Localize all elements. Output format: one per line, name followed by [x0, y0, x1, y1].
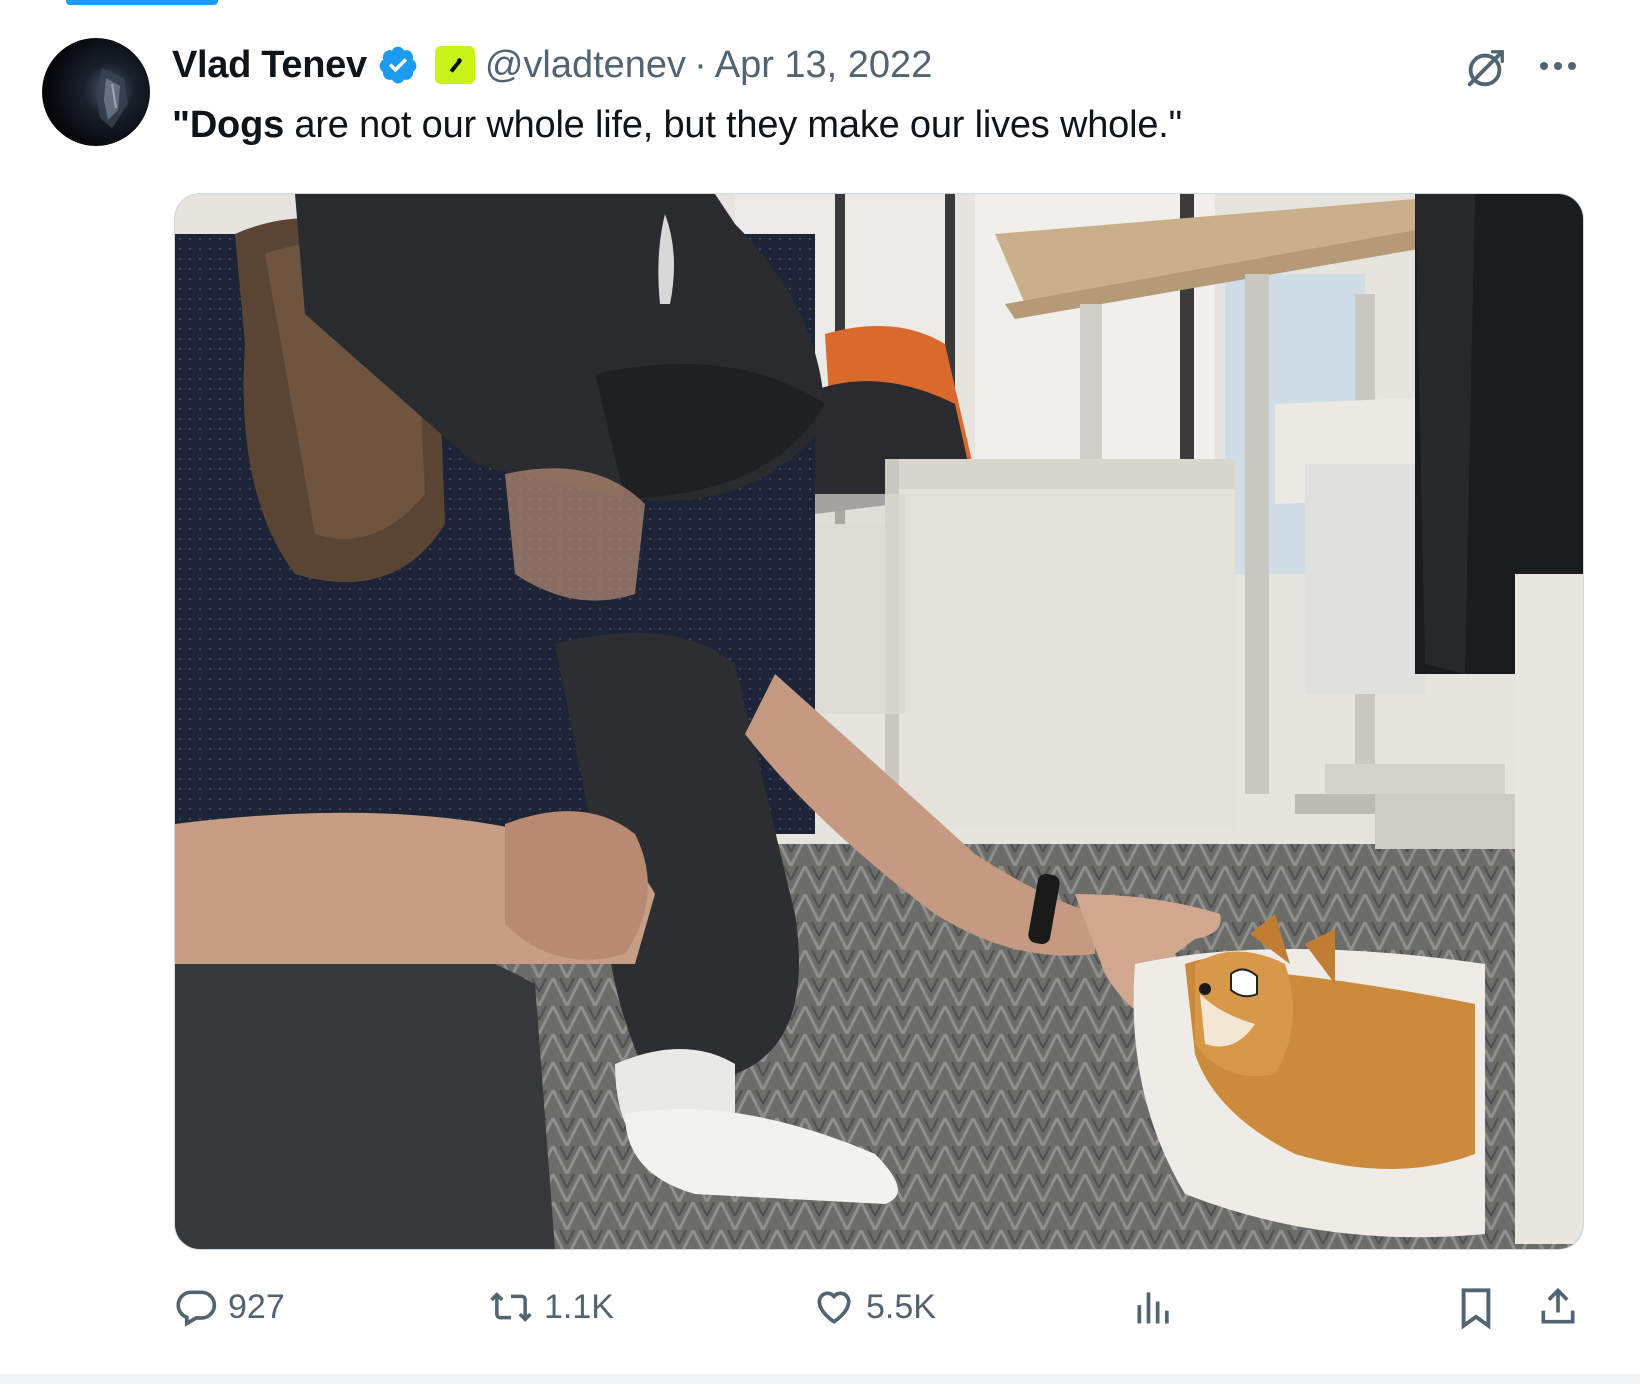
tweet-text-bold: "Dogs — [172, 104, 285, 146]
repost-icon — [490, 1292, 532, 1322]
more-icon[interactable] — [1537, 58, 1579, 74]
tweet-divider — [0, 1374, 1640, 1384]
header-separator: · — [694, 43, 707, 86]
analytics-icon — [1137, 1292, 1169, 1324]
reply-button[interactable]: 927 — [174, 1285, 285, 1329]
reply-icon — [176, 1290, 217, 1327]
tweet-media-photo[interactable] — [174, 193, 1584, 1250]
tweet-actions: 927 1.1K 5.5K — [0, 1285, 1640, 1345]
bookmark-icon — [1461, 1288, 1491, 1330]
tweet-text-body: are not our whole life, but they make ou… — [284, 104, 1182, 146]
heart-icon — [817, 1291, 851, 1324]
tweet-date[interactable]: Apr 13, 2022 — [715, 44, 933, 87]
tweet-header: Vlad Tenev @vladtenev · Apr 13, 2022 — [172, 40, 932, 90]
verified-badge-icon[interactable] — [377, 44, 419, 86]
views-button[interactable] — [1132, 1285, 1176, 1329]
photo-image — [175, 194, 1583, 1249]
repost-button[interactable]: 1.1K — [488, 1285, 614, 1329]
display-name[interactable]: Vlad Tenev — [172, 44, 367, 87]
share-icon — [1541, 1287, 1575, 1324]
repost-count: 1.1K — [544, 1287, 614, 1326]
tweet-card[interactable]: Vlad Tenev @vladtenev · Apr 13, 2022 "Do… — [0, 0, 1640, 1384]
affiliate-badge-icon[interactable] — [434, 46, 475, 84]
share-button[interactable] — [1536, 1285, 1580, 1329]
avatar-image — [96, 68, 128, 128]
reply-count: 927 — [228, 1287, 285, 1326]
like-count: 5.5K — [866, 1287, 936, 1326]
avatar[interactable] — [42, 38, 150, 146]
tweet-text: "Dogs are not our whole life, but they m… — [172, 104, 1182, 147]
user-handle[interactable]: @vladtenev — [485, 44, 686, 87]
bookmark-button[interactable] — [1456, 1285, 1496, 1331]
like-button[interactable]: 5.5K — [812, 1285, 936, 1329]
grok-icon[interactable] — [1462, 46, 1508, 92]
